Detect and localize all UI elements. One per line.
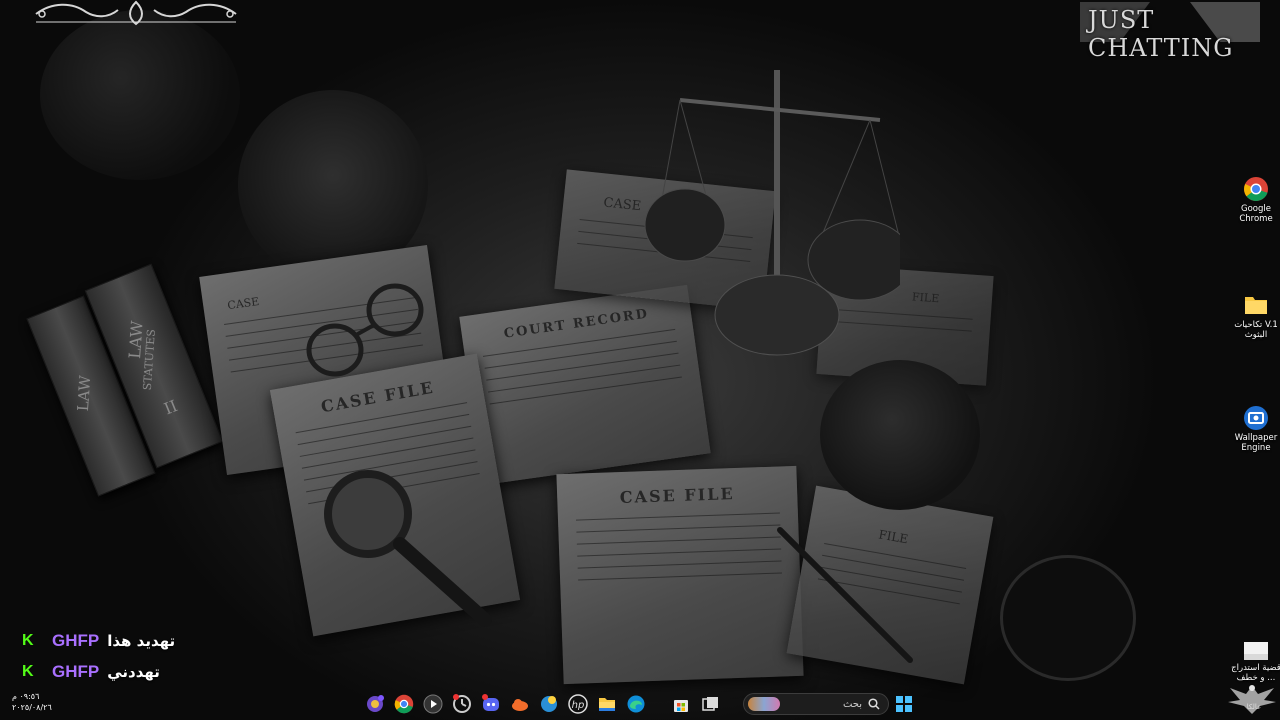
glasses-decoration [306,283,424,377]
paper-heading: FILE [911,290,940,306]
desktop-icon-folder[interactable]: تكاحيات V.1 البثوث [1230,292,1280,340]
chat-username: GHFP [52,631,100,650]
paper-heading: CASE FILE [619,484,735,508]
app-icon[interactable] [364,693,386,715]
start-button[interactable] [896,696,912,712]
hp-icon[interactable]: hp [567,693,589,715]
task-view-icon[interactable] [699,693,721,715]
desktop-icon-label: Wallpaper Engine [1234,433,1278,453]
clock-time: ٠٩:٥٦ م [12,692,40,701]
magnifier-decoration [324,470,492,627]
desktop-icon-label: Google Chrome [1239,204,1273,224]
scales-decoration [644,70,900,356]
file-explorer-icon[interactable] [596,693,618,715]
case-file-paper-2: CASE FILE [556,465,804,685]
taskbar: hp [360,691,725,717]
svg-text:hp: hp [571,700,584,711]
clock-app-icon[interactable] [451,693,473,715]
start-tile [896,696,903,703]
desktop-wallpaper: LAW LAW STATUTES II CASE COURT RECORD CA… [0,0,1280,720]
chrome-icon [1243,176,1269,202]
desktop-icon-chrome[interactable]: Google Chrome [1230,176,1280,224]
recorder-icon[interactable] [538,693,560,715]
clock-date: ٢٠٢٥/٠٨/٢٦ [12,703,52,712]
chat-text: تهديد هذا [107,632,176,650]
kick-badge-icon: K [22,632,34,649]
chat-message: K GHFP تهددني [22,661,160,683]
globe-decoration [40,10,240,180]
start-tile [896,705,903,712]
store-icon[interactable] [670,693,692,715]
cloud-icon[interactable] [509,693,531,715]
ornament-decoration [35,0,237,26]
search-icon [868,698,880,710]
taskbar-clock[interactable]: ٠٩:٥٦ م ٢٠٢٥/٠٨/٢٦ [12,691,52,713]
book-title: LAW [73,374,95,412]
book-volume: II [161,396,181,419]
pen-decoration [777,527,913,663]
document-icon [1243,641,1269,661]
just-chatting-logo: JUST CHATTING [1088,6,1234,62]
chat-text: تهددني [107,663,160,681]
start-tile [905,705,912,712]
discord-icon[interactable] [480,693,502,715]
desktop-icon-label: تكاحيات V.1 البثوث [1234,320,1278,340]
search-highlight-icon [748,697,780,711]
start-tile [905,696,912,703]
chat-message: K GHFP تهديد هذا [22,630,175,652]
wallpaper-engine-icon [1243,405,1269,431]
desktop-icon-wallpaper-engine[interactable]: Wallpaper Engine [1230,405,1280,453]
chat-username: GHFP [52,662,100,681]
folder-icon [1243,292,1269,318]
edge-icon[interactable] [625,693,647,715]
search-placeholder: بحث [842,698,862,710]
eagle-logo-icon [1228,685,1276,714]
cup-decoration [1000,555,1136,681]
desktop-icon-document[interactable]: قضية استدراج و خطف ... [1228,641,1280,683]
chrome-icon[interactable] [393,693,415,715]
media-player-icon[interactable] [422,693,444,715]
taskbar-search-box[interactable]: بحث [743,693,889,715]
gavel-decoration [820,360,980,510]
eagle-logo-label: عالكا [1246,703,1262,711]
kick-badge-icon: K [22,663,34,680]
